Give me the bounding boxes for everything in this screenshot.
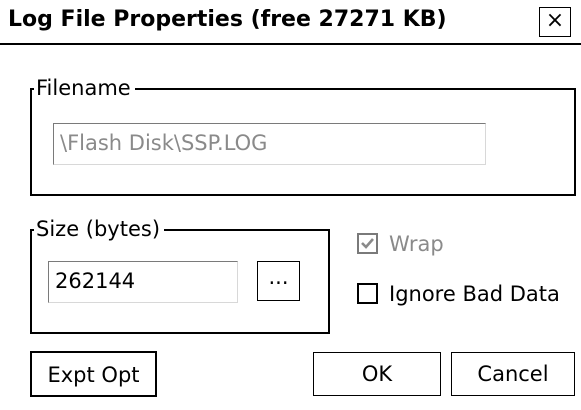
wrap-checkbox[interactable]	[357, 233, 378, 254]
cancel-button[interactable]: Cancel	[451, 352, 575, 396]
ignore-bad-data-checkbox[interactable]	[357, 283, 378, 304]
close-button[interactable]: ×	[539, 7, 571, 37]
filename-field[interactable]: \Flash Disk\SSP.LOG	[53, 123, 486, 165]
browse-size-label: ...	[268, 265, 289, 289]
title-bar: Log File Properties (free 27271 KB) ×	[0, 0, 581, 45]
close-icon: ×	[545, 8, 565, 33]
size-group-label: Size (bytes)	[34, 217, 165, 241]
filename-group-label: Filename	[34, 76, 135, 100]
log-file-properties-dialog: Log File Properties (free 27271 KB) × Fi…	[0, 0, 581, 410]
ignore-bad-data-label[interactable]: Ignore Bad Data	[389, 282, 560, 306]
expt-opt-button[interactable]: Expt Opt	[30, 351, 157, 397]
browse-size-button[interactable]: ...	[257, 261, 300, 301]
cancel-label: Cancel	[477, 362, 549, 386]
ok-label: OK	[361, 362, 393, 386]
ok-button[interactable]: OK	[313, 352, 441, 396]
dialog-title: Log File Properties (free 27271 KB)	[8, 7, 447, 32]
expt-opt-label: Expt Opt	[47, 363, 140, 387]
size-field[interactable]: 262144	[48, 261, 238, 303]
wrap-label: Wrap	[389, 232, 444, 256]
checkmark-icon	[361, 238, 374, 249]
